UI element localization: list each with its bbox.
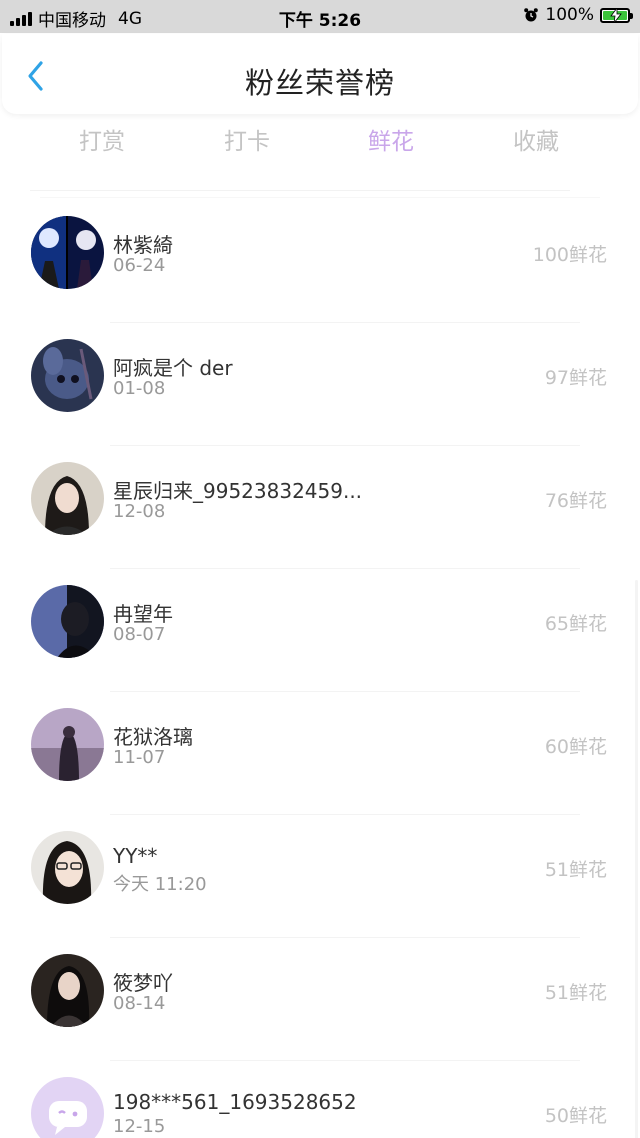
flower-count: 97鲜花 bbox=[544, 367, 607, 389]
item-date: 06-24 bbox=[113, 255, 166, 276]
tab-checkin[interactable]: 打卡 bbox=[197, 122, 297, 156]
avatar[interactable] bbox=[31, 708, 104, 781]
user-name: 筱梦吖 bbox=[113, 971, 173, 995]
flower-count: 76鲜花 bbox=[544, 490, 607, 512]
battery-percent: 100% bbox=[545, 5, 594, 25]
user-name: 星辰归来_99523832459... bbox=[113, 479, 363, 503]
user-name: YY** bbox=[113, 844, 158, 868]
item-date: 01-08 bbox=[113, 378, 166, 399]
item-date: 08-14 bbox=[113, 993, 166, 1014]
list-item[interactable]: 阿疯是个 der 01-08 97鲜花 bbox=[0, 323, 640, 446]
avatar[interactable] bbox=[31, 1077, 104, 1138]
list-item[interactable]: 冉望年 08-07 65鲜花 bbox=[0, 569, 640, 692]
flower-count: 50鲜花 bbox=[544, 1105, 607, 1127]
status-right: 100% bbox=[523, 5, 633, 25]
tab-favorites[interactable]: 收藏 bbox=[486, 122, 586, 156]
user-name: 花狱洛璃 bbox=[113, 725, 193, 749]
list-item[interactable]: 198***561_1693528652 12-15 50鲜花 bbox=[0, 1061, 640, 1138]
user-name: 198***561_1693528652 bbox=[113, 1090, 357, 1114]
user-name: 冉望年 bbox=[113, 602, 173, 626]
page-title: 粉丝荣誉榜 bbox=[244, 66, 395, 100]
list-item[interactable]: YY** 今天 11:20 51鲜花 bbox=[0, 815, 640, 938]
item-date: 08-07 bbox=[113, 624, 166, 645]
avatar[interactable] bbox=[31, 831, 104, 904]
flower-count: 51鲜花 bbox=[544, 982, 607, 1004]
list-item[interactable]: 星辰归来_99523832459... 12-08 76鲜花 bbox=[0, 446, 640, 569]
flower-count: 60鲜花 bbox=[544, 736, 607, 758]
page: 中国移动 4G 下午 5:26 100% 粉丝荣誉榜 打赏 打卡 鲜花 收藏 林… bbox=[0, 0, 640, 1138]
list-top-divider bbox=[40, 197, 600, 198]
battery-icon bbox=[600, 7, 633, 23]
flower-count: 65鲜花 bbox=[544, 613, 607, 635]
item-date: 11-07 bbox=[113, 747, 166, 768]
user-name: 阿疯是个 der bbox=[113, 356, 233, 380]
list-item[interactable]: 筱梦吖 08-14 51鲜花 bbox=[0, 938, 640, 1061]
avatar[interactable] bbox=[31, 954, 104, 1027]
list-item[interactable]: 林紫綺 06-24 100鲜花 bbox=[0, 200, 640, 323]
tab-tip[interactable]: 打赏 bbox=[52, 122, 152, 156]
flower-count: 51鲜花 bbox=[544, 859, 607, 881]
avatar[interactable] bbox=[31, 339, 104, 412]
user-name: 林紫綺 bbox=[113, 233, 173, 257]
scrollbar[interactable] bbox=[635, 580, 638, 1138]
alarm-clock-icon bbox=[524, 8, 539, 22]
item-date: 今天 11:20 bbox=[113, 874, 207, 895]
avatar[interactable] bbox=[31, 462, 104, 535]
ranking-list: 林紫綺 06-24 100鲜花 阿疯是个 der 01-08 97鲜花 星辰归来… bbox=[0, 200, 640, 1138]
avatar[interactable] bbox=[31, 585, 104, 658]
nav-header: 粉丝荣誉榜 bbox=[2, 34, 638, 114]
tab-bar: 打赏 打卡 鲜花 收藏 bbox=[0, 122, 640, 166]
avatar[interactable] bbox=[31, 216, 104, 289]
tab-flowers[interactable]: 鲜花 bbox=[341, 122, 441, 156]
tab-divider bbox=[30, 190, 570, 191]
flower-count: 100鲜花 bbox=[532, 244, 607, 266]
list-item[interactable]: 花狱洛璃 11-07 60鲜花 bbox=[0, 692, 640, 815]
item-date: 12-08 bbox=[113, 501, 166, 522]
item-date: 12-15 bbox=[113, 1116, 166, 1137]
charging-bolt-icon bbox=[610, 7, 622, 23]
status-bar: 中国移动 4G 下午 5:26 100% bbox=[0, 0, 640, 33]
